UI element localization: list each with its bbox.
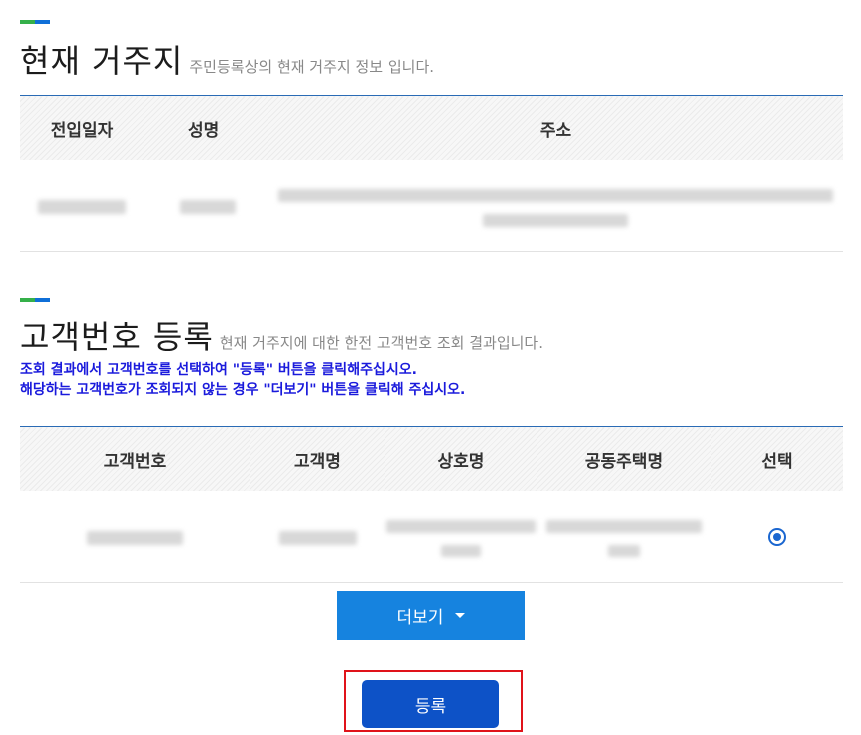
instruction-notice: 조회 결과에서 고객번호를 선택하여 "등록" 버튼을 클릭해주십시오. 해당하… [20, 360, 465, 400]
instruction-line-1: 조회 결과에서 고객번호를 선택하여 "등록" 버튼을 클릭해주십시오. [20, 362, 417, 378]
current-address-table: 전입일자 성명 주소 [20, 95, 843, 252]
column-header-name: 성명 [144, 95, 268, 160]
table-header-row: 전입일자 성명 주소 [20, 95, 843, 160]
redacted-customer-name [250, 491, 385, 583]
redacted-name [144, 160, 268, 252]
column-header-apartment-name: 공동주택명 [537, 426, 711, 491]
current-address-heading: 현재 거주지 주민등록상의 현재 거주지 정보 입니다. [20, 36, 434, 82]
current-address-subtitle: 주민등록상의 현재 거주지 정보 입니다. [189, 58, 435, 76]
column-header-customer-name: 고객명 [250, 426, 385, 491]
register-button[interactable]: 등록 [362, 680, 499, 728]
column-header-business-name: 상호명 [385, 426, 537, 491]
column-header-select: 선택 [711, 426, 843, 491]
table-row[interactable] [20, 491, 843, 583]
instruction-line-2: 해당하는 고객번호가 조회되지 않는 경우 "더보기" 버튼을 클릭해 주십시오… [20, 382, 466, 398]
caret-down-icon [455, 613, 466, 618]
redacted-apartment-name [537, 491, 711, 583]
column-header-move-in-date: 전입일자 [20, 95, 144, 160]
more-button-label: 더보기 [396, 608, 444, 628]
section-accent-bar [20, 298, 50, 302]
current-address-title: 현재 거주지 [20, 42, 184, 80]
column-header-customer-number: 고객번호 [20, 426, 250, 491]
customer-registration-title: 고객번호 등록 [20, 318, 214, 356]
table-header-row: 고객번호 고객명 상호명 공동주택명 선택 [20, 426, 843, 491]
column-header-address: 주소 [268, 95, 843, 160]
redacted-customer-number [20, 491, 250, 583]
redacted-address [268, 160, 843, 252]
select-radio-cell[interactable] [711, 491, 843, 583]
customer-registration-heading: 고객번호 등록 현재 거주지에 대한 한전 고객번호 조회 결과입니다. [20, 312, 543, 358]
table-row [20, 160, 843, 252]
section-accent-bar [20, 20, 50, 24]
select-radio-button[interactable] [768, 528, 786, 547]
redacted-move-in-date [20, 160, 144, 252]
more-button[interactable]: 더보기 [337, 591, 525, 640]
redacted-business-name [385, 491, 537, 583]
customer-registration-subtitle: 현재 거주지에 대한 한전 고객번호 조회 결과입니다. [219, 334, 543, 352]
customer-number-table: 고객번호 고객명 상호명 공동주택명 선택 [20, 426, 843, 583]
